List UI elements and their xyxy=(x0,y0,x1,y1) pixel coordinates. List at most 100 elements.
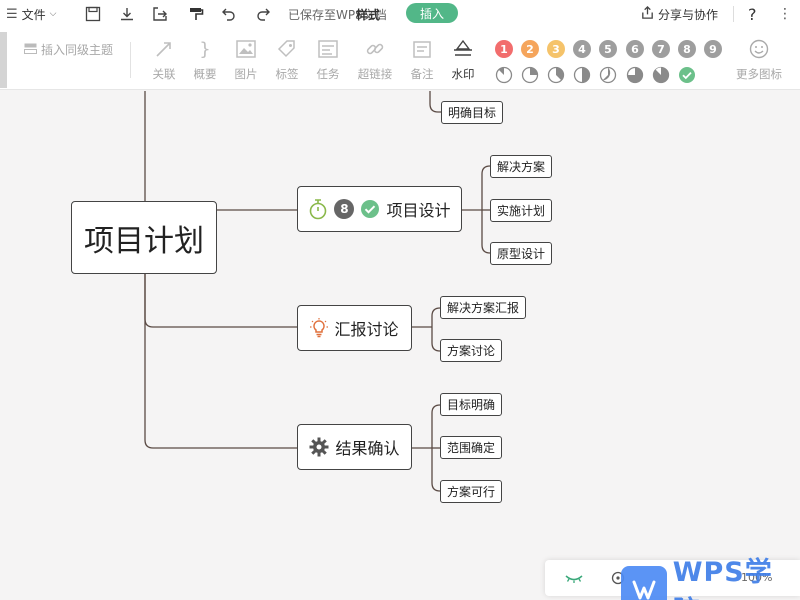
file-menu[interactable]: ☰ 文件 ⌵ xyxy=(6,0,57,28)
watermark-icon xyxy=(445,38,481,60)
more-icons-label: 更多图标 xyxy=(736,67,782,81)
priority-9-label: 9 xyxy=(709,42,717,56)
title-bar: ☰ 文件 ⌵ 已保存至WPS文档 样式 插入 分享与协作 ? ⋮ xyxy=(0,0,800,28)
leaf-node-plan-discussion-label: 方案讨论 xyxy=(447,344,496,358)
more-icons-tool[interactable]: 更多图标 xyxy=(736,38,782,82)
leaf-node-plan-feasible[interactable]: 方案可行 xyxy=(440,480,503,503)
priority-4-label: 4 xyxy=(578,42,586,56)
wps-logo-icon xyxy=(621,566,667,600)
image-icon xyxy=(228,38,264,60)
connector-confirm-child-1 xyxy=(431,404,441,448)
ribbon-divider xyxy=(130,42,131,78)
leaf-node-plan-feasible-label: 方案可行 xyxy=(447,485,496,499)
watermark-tool[interactable]: 水印 xyxy=(445,38,481,82)
priority-2-label: 2 xyxy=(526,42,534,56)
leaf-node-top-label: 明确目标 xyxy=(448,106,497,120)
branch-topic-design[interactable]: 8 项目设计 xyxy=(297,186,462,232)
branch-topic-report[interactable]: 汇报讨论 xyxy=(297,305,412,351)
priority-7-icon[interactable]: 7 xyxy=(652,40,670,58)
tab-style-label: 样式 xyxy=(356,7,381,22)
progress-25-icon[interactable] xyxy=(521,66,539,84)
leaf-node-goal-clear[interactable]: 目标明确 xyxy=(440,393,503,416)
summary-brace-icon: } xyxy=(199,38,211,60)
share-icon xyxy=(640,5,655,23)
progress-done-icon[interactable] xyxy=(678,66,696,84)
redo-icon[interactable] xyxy=(253,4,273,24)
leaf-node-prototype-label: 原型设计 xyxy=(497,247,546,261)
leaf-node-prototype[interactable]: 原型设计 xyxy=(490,242,553,265)
priority-5-icon[interactable]: 5 xyxy=(599,40,617,58)
download-icon[interactable] xyxy=(117,4,137,24)
leaf-node-solution[interactable]: 解决方案 xyxy=(490,155,553,178)
check-done-icon xyxy=(360,199,380,219)
leaf-node-solution-report-label: 解决方案汇报 xyxy=(447,301,520,315)
priority-2-icon[interactable]: 2 xyxy=(521,40,539,58)
chevron-down-icon: ⌵ xyxy=(49,9,57,19)
leaf-node-solution-label: 解决方案 xyxy=(497,160,546,174)
root-topic-label: 项目计划 xyxy=(84,223,204,259)
priority-3-label: 3 xyxy=(552,42,560,56)
wps-watermark: WPS学院 xyxy=(621,550,800,600)
connector-design-child-1 xyxy=(481,165,491,210)
ribbon-toolbar: 插入同级主题 关联 } 概要 图片 标签 任务 超链接 备注 水印 1 2 3 … xyxy=(0,28,800,90)
more-dots-icon: ⋮ xyxy=(778,6,792,22)
save-icon[interactable] xyxy=(83,4,103,24)
root-topic[interactable]: 项目计划 xyxy=(71,201,217,274)
ribbon-collapse-handle[interactable] xyxy=(0,32,7,88)
priority-6-label: 6 xyxy=(631,42,639,56)
leaf-node-solution-report[interactable]: 解决方案汇报 xyxy=(440,296,527,319)
priority-9-icon[interactable]: 9 xyxy=(704,40,722,58)
help-button[interactable]: ? xyxy=(748,0,757,28)
export-icon[interactable] xyxy=(150,4,170,24)
stopwatch-icon xyxy=(308,198,328,220)
hyperlink-tool[interactable]: 超链接 xyxy=(357,38,393,82)
connector-root-bottom xyxy=(144,274,297,449)
tag-icon xyxy=(269,38,305,60)
branch-topic-report-label: 汇报讨论 xyxy=(334,320,399,339)
insert-sibling-topic-button[interactable]: 插入同级主题 xyxy=(24,41,113,58)
connector-report-child-1 xyxy=(431,307,441,327)
leaf-node-implementation-label: 实施计划 xyxy=(497,204,546,218)
leaf-node-implementation[interactable]: 实施计划 xyxy=(490,199,553,222)
undo-icon[interactable] xyxy=(219,4,239,24)
priority-5-label: 5 xyxy=(604,42,612,56)
format-painter-icon[interactable] xyxy=(186,4,206,24)
priority-3-icon[interactable]: 3 xyxy=(547,40,565,58)
progress-87-icon[interactable] xyxy=(652,66,670,84)
priority-6-icon[interactable]: 6 xyxy=(626,40,644,58)
task-icon xyxy=(310,38,346,60)
task-tool[interactable]: 任务 xyxy=(310,38,346,82)
eye-hide-icon[interactable] xyxy=(565,570,583,589)
progress-37-icon[interactable] xyxy=(547,66,565,84)
share-label: 分享与协作 xyxy=(658,7,719,22)
priority-8-label: 8 xyxy=(683,42,691,56)
progress-62-icon[interactable] xyxy=(599,66,617,84)
connector-top-leaf xyxy=(429,91,441,113)
tab-insert[interactable]: 插入 xyxy=(406,3,458,23)
priority-1-label: 1 xyxy=(500,42,508,56)
priority-4-icon[interactable]: 4 xyxy=(573,40,591,58)
connector-confirm-child-3 xyxy=(431,448,441,492)
more-menu-button[interactable]: ⋮ xyxy=(778,0,792,28)
tab-style[interactable]: 样式 xyxy=(356,0,380,28)
hamburger-icon: ☰ xyxy=(6,6,18,22)
progress-50-icon[interactable] xyxy=(573,66,591,84)
share-button[interactable]: 分享与协作 xyxy=(640,0,718,28)
priority-7-label: 7 xyxy=(657,42,665,56)
progress-75-icon[interactable] xyxy=(626,66,644,84)
smiley-icon xyxy=(741,38,777,60)
leaf-node-scope-defined-label: 范围确定 xyxy=(447,441,496,455)
wps-watermark-text: WPS学院 xyxy=(672,557,773,600)
leaf-node-plan-discussion[interactable]: 方案讨论 xyxy=(440,339,503,362)
progress-0-icon[interactable] xyxy=(495,66,513,84)
branch-topic-design-label: 项目设计 xyxy=(386,201,451,220)
priority-1-icon[interactable]: 1 xyxy=(495,40,513,58)
mindmap-canvas[interactable]: 明确目标 项目计划 8 项目设计 解决方案 实施计划 原型设计 汇报讨论 解决方… xyxy=(0,91,800,600)
leaf-node-scope-defined[interactable]: 范围确定 xyxy=(440,436,503,459)
leaf-node-top[interactable]: 明确目标 xyxy=(441,101,504,124)
priority-8-badge: 8 xyxy=(334,199,355,219)
branch-topic-confirm[interactable]: 结果确认 xyxy=(297,424,412,470)
note-icon xyxy=(404,38,440,60)
priority-8-icon[interactable]: 8 xyxy=(678,40,696,58)
topbar-divider xyxy=(733,6,734,22)
